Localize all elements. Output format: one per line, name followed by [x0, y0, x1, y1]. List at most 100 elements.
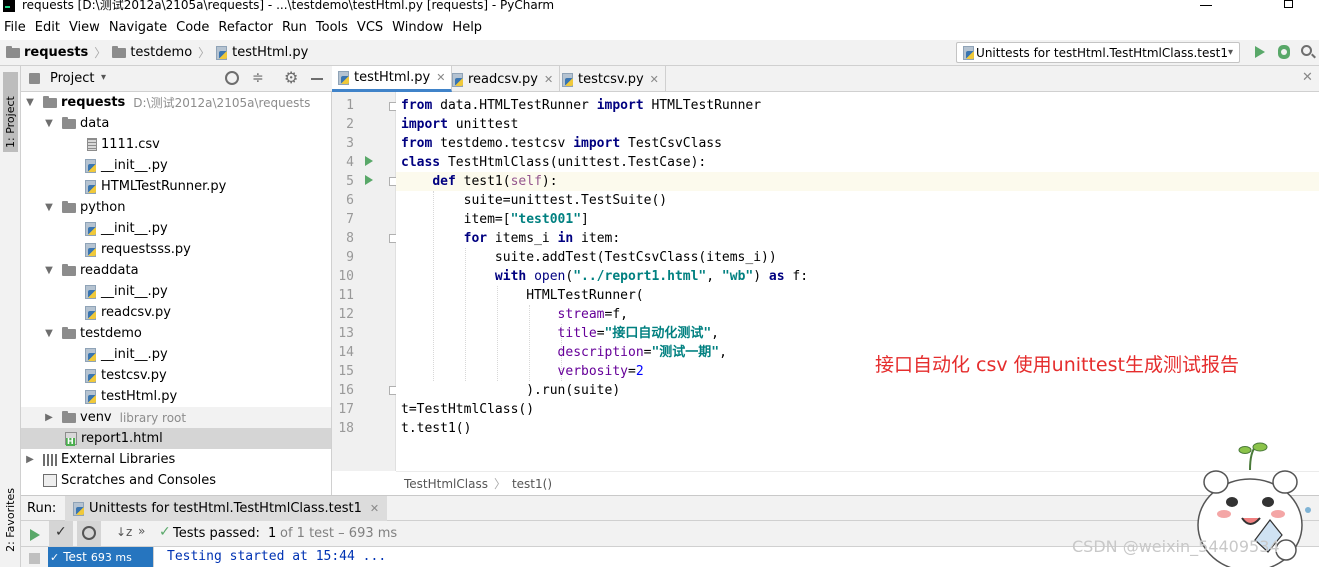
run-tab[interactable]: Unittests for testHtml.TestHtmlClass.tes…: [65, 496, 388, 521]
chevron-down-icon[interactable]: ▾: [101, 72, 106, 83]
tree-label: data: [80, 116, 110, 131]
libraries-icon: [43, 453, 57, 466]
chevron-down-icon[interactable]: ▼: [42, 265, 56, 276]
sort-icon[interactable]: ↓z: [116, 525, 132, 539]
gear-icon[interactable]: ⚙: [284, 68, 298, 87]
tree-row-file[interactable]: __init__.py: [21, 281, 331, 302]
line-number: 7: [346, 212, 354, 227]
debug-icon[interactable]: [1278, 45, 1290, 59]
tree-row-report[interactable]: report1.html: [21, 428, 331, 449]
menu-run[interactable]: Run: [282, 20, 307, 35]
tree-row-python[interactable]: ▼ python: [21, 197, 331, 218]
scratches-icon: [43, 474, 57, 487]
run-tab-label: Unittests for testHtml.TestHtmlClass.tes…: [89, 501, 362, 516]
test-tree-row[interactable]: ✓ Test 693 ms: [48, 547, 153, 567]
menu-window[interactable]: Window: [392, 20, 443, 35]
tree-row-testdemo[interactable]: ▼ testdemo: [21, 323, 331, 344]
breadcrumb-separator-icon: 〉: [94, 46, 107, 60]
line-number: 13: [338, 326, 354, 341]
close-icon[interactable]: ✕: [650, 73, 659, 86]
tab-readcsv[interactable]: readcsv.py ✕: [446, 66, 561, 92]
run-icon[interactable]: [1255, 46, 1265, 58]
annotation-text: 接口自动化 csv 使用unittest生成测试报告: [875, 354, 1239, 376]
tree-row-file[interactable]: readcsv.py: [21, 302, 331, 323]
tree-row-readdata[interactable]: ▼ readdata: [21, 260, 331, 281]
tab-testcsv[interactable]: testcsv.py ✕: [556, 66, 666, 92]
stop-icon[interactable]: [29, 553, 40, 564]
menu-help[interactable]: Help: [452, 20, 482, 35]
rerun-icon[interactable]: [30, 529, 40, 541]
code-line: HTMLTestRunner(: [401, 288, 644, 303]
tree-label: External Libraries: [61, 452, 176, 467]
locate-icon[interactable]: [225, 71, 239, 85]
chevron-down-icon[interactable]: ▼: [42, 202, 56, 213]
run-configuration-select[interactable]: Unittests for testHtml.TestHtmlClass.tes…: [956, 42, 1240, 63]
python-file-icon: [85, 222, 97, 236]
close-icon[interactable]: ✕: [436, 71, 445, 84]
hide-panel-icon[interactable]: [311, 78, 323, 80]
tree-label: python: [80, 200, 126, 215]
chevron-down-icon[interactable]: ▼: [23, 97, 37, 108]
folder-icon: [62, 263, 76, 276]
nav-crumb-project[interactable]: requests: [24, 45, 88, 60]
nav-crumb-folder[interactable]: testdemo: [130, 45, 192, 60]
console-line: Testing started at 15:44 ...: [167, 549, 387, 564]
tab-testhtml[interactable]: testHtml.py ✕: [332, 66, 453, 92]
line-number: 6: [346, 193, 354, 208]
tree-row-data[interactable]: ▼ data: [21, 113, 331, 134]
code-line: for items_i in item:: [463, 231, 621, 246]
collapse-all-icon[interactable]: ≑: [252, 70, 264, 86]
chevron-down-icon[interactable]: ▼: [42, 118, 56, 129]
close-icon[interactable]: ✕: [370, 502, 379, 515]
run-test-gutter-icon[interactable]: [365, 156, 373, 166]
tree-row-file[interactable]: testcsv.py: [21, 365, 331, 386]
chevron-down-icon[interactable]: ▼: [42, 328, 56, 339]
close-icon[interactable]: ✕: [544, 73, 553, 86]
folder-icon: [62, 200, 76, 213]
tree-hint: library root: [119, 410, 187, 425]
tree-row-file[interactable]: 1111.csv: [21, 134, 331, 155]
tree-row-file[interactable]: testHtml.py: [21, 386, 331, 407]
search-icon[interactable]: [1301, 45, 1312, 56]
tree-row-requests[interactable]: ▼ requests D:\测试2012a\2105a\requests: [21, 92, 331, 113]
minimize-icon[interactable]: [1200, 5, 1212, 6]
breadcrumb-class[interactable]: TestHtmlClass: [404, 477, 488, 491]
project-panel-title[interactable]: Project: [50, 71, 94, 86]
maximize-icon[interactable]: [1284, 0, 1293, 8]
tree-row-file[interactable]: __init__.py: [21, 155, 331, 176]
code-editor[interactable]: from data.HTMLTestRunner import HTMLTest…: [396, 92, 1319, 471]
tree-hint: D:\测试2012a\2105a\requests: [133, 96, 311, 110]
close-icon[interactable]: ✕: [1302, 70, 1313, 85]
menu-file[interactable]: File: [4, 20, 26, 35]
menu-navigate[interactable]: Navigate: [109, 20, 167, 35]
run-configuration-label: Unittests for testHtml.TestHtmlClass.tes…: [976, 45, 1228, 60]
tree-row-scratches[interactable]: Scratches and Consoles: [21, 470, 331, 491]
tree-row-file[interactable]: __init__.py: [21, 344, 331, 365]
menu-edit[interactable]: Edit: [35, 20, 60, 35]
tree-row-file[interactable]: requestsss.py: [21, 239, 331, 260]
nav-crumb-file[interactable]: testHtml.py: [232, 45, 308, 60]
menu-tools[interactable]: Tools: [316, 20, 348, 35]
menu-vcs[interactable]: VCS: [357, 20, 383, 35]
tab-label: testcsv.py: [578, 71, 644, 87]
chevron-down-icon: ▾: [1227, 47, 1233, 58]
menu-view[interactable]: View: [69, 20, 100, 35]
chevron-right-icon[interactable]: ▶: [42, 412, 56, 423]
chevron-right-icon[interactable]: ▶: [23, 454, 37, 465]
line-number: 8: [346, 231, 354, 246]
code-line: stream=f,: [557, 307, 628, 322]
run-test-gutter-icon[interactable]: [365, 175, 373, 185]
more-icon[interactable]: »: [138, 524, 145, 538]
tree-row-venv[interactable]: ▶ venv library root: [21, 407, 331, 428]
project-tool-button[interactable]: 1: Project: [3, 72, 18, 152]
tree-label: HTMLTestRunner.py: [101, 179, 227, 194]
menu-code[interactable]: Code: [176, 20, 209, 35]
tree-label: readcsv.py: [101, 305, 171, 320]
tree-row-file[interactable]: __init__.py: [21, 218, 331, 239]
breadcrumb-method[interactable]: test1(): [512, 477, 552, 491]
favorites-tool-button[interactable]: 2: Favorites: [4, 488, 17, 552]
menu-refactor[interactable]: Refactor: [218, 20, 273, 35]
code-line: ).run(suite): [401, 383, 621, 398]
tree-row-external-libraries[interactable]: ▶ External Libraries: [21, 449, 331, 470]
tree-row-file[interactable]: HTMLTestRunner.py: [21, 176, 331, 197]
